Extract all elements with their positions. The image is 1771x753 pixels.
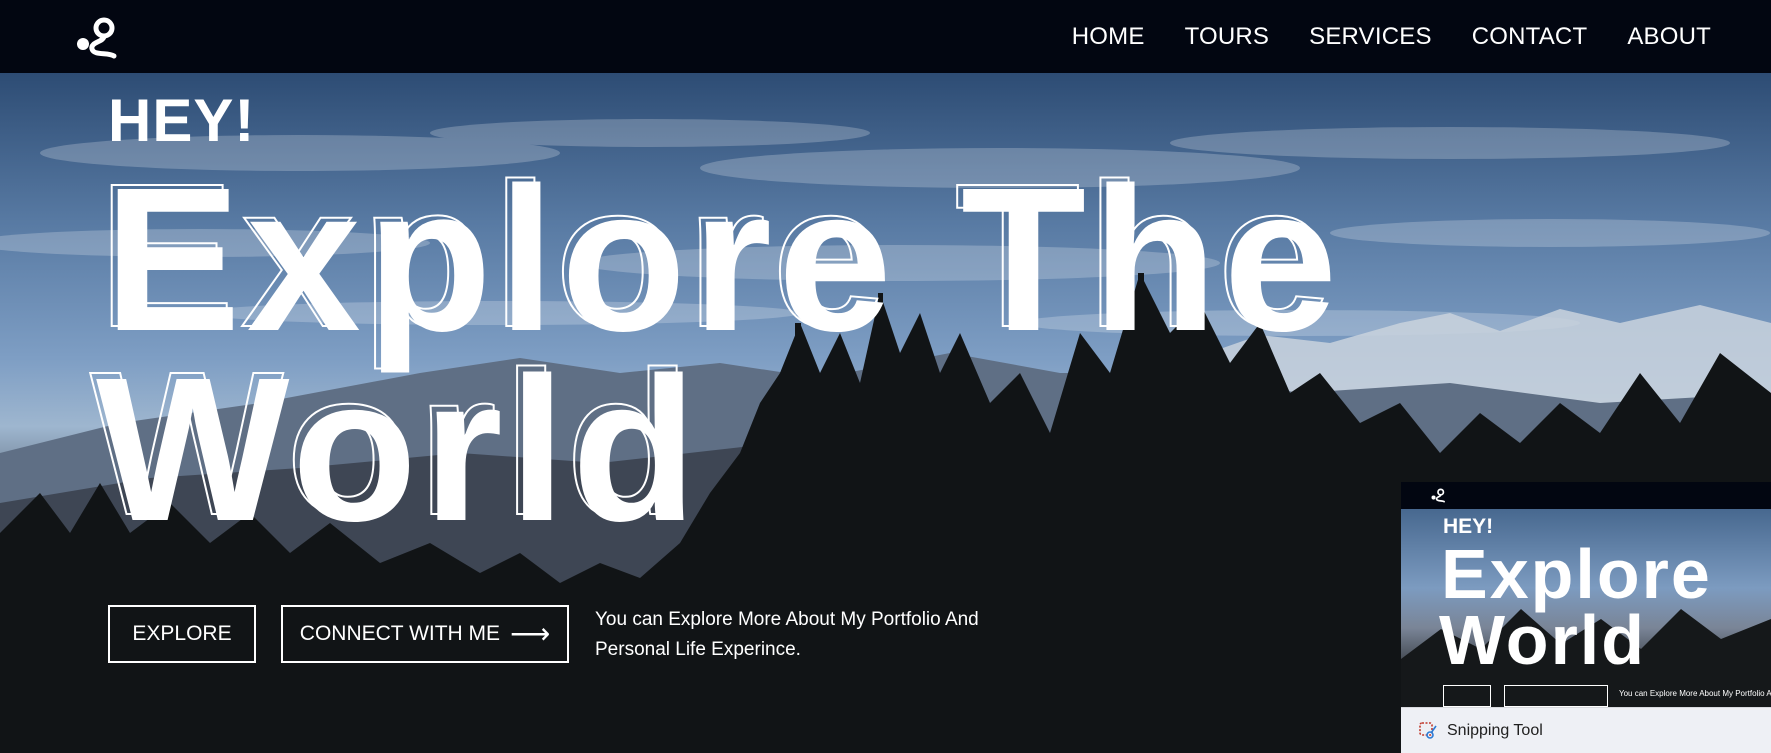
- nav-link-services[interactable]: SERVICES: [1309, 23, 1432, 51]
- preview-hero: HEY! Explore World You can Explore More …: [1401, 509, 1771, 707]
- preview-connect-button: [1504, 685, 1608, 707]
- explore-button[interactable]: EXPLORE: [108, 605, 256, 663]
- route-pin-icon: [1431, 488, 1445, 503]
- nav-links: HOME TOURS SERVICES CONTACT ABOUT: [1072, 0, 1711, 73]
- snipping-tool-label: Snipping Tool: [1447, 721, 1543, 739]
- nav-link-home[interactable]: HOME: [1072, 23, 1145, 51]
- preview-navbar: [1401, 482, 1771, 509]
- top-navbar: HOME TOURS SERVICES CONTACT ABOUT: [0, 0, 1771, 73]
- nav-link-contact[interactable]: CONTACT: [1472, 23, 1588, 51]
- explore-button-label: EXPLORE: [132, 622, 232, 645]
- nav-link-tours[interactable]: TOURS: [1185, 23, 1270, 51]
- snipping-tool-icon: [1419, 721, 1437, 739]
- preview-explore-button: [1443, 685, 1491, 707]
- route-pin-icon[interactable]: [76, 16, 122, 60]
- connect-button-label: CONNECT WITH ME: [299, 622, 501, 645]
- hero-tagline: You can Explore More About My Portfolio …: [595, 609, 979, 660]
- preview-headline-line2: World: [1439, 601, 1647, 679]
- snipping-tool-notification-bar[interactable]: Snipping Tool: [1401, 707, 1771, 753]
- arrow-right-icon: ⟶: [510, 618, 551, 649]
- preview-tagline: You can Explore More About My Portfolio …: [1619, 689, 1771, 698]
- preview-headline-line1: Explore: [1441, 535, 1712, 613]
- connect-with-me-button[interactable]: CONNECT WITH ME ⟶: [281, 605, 569, 663]
- hero-headline-line2: World: [96, 335, 703, 564]
- nav-link-about[interactable]: ABOUT: [1627, 23, 1711, 51]
- snipping-tool-preview[interactable]: HEY! Explore World You can Explore More …: [1401, 482, 1771, 753]
